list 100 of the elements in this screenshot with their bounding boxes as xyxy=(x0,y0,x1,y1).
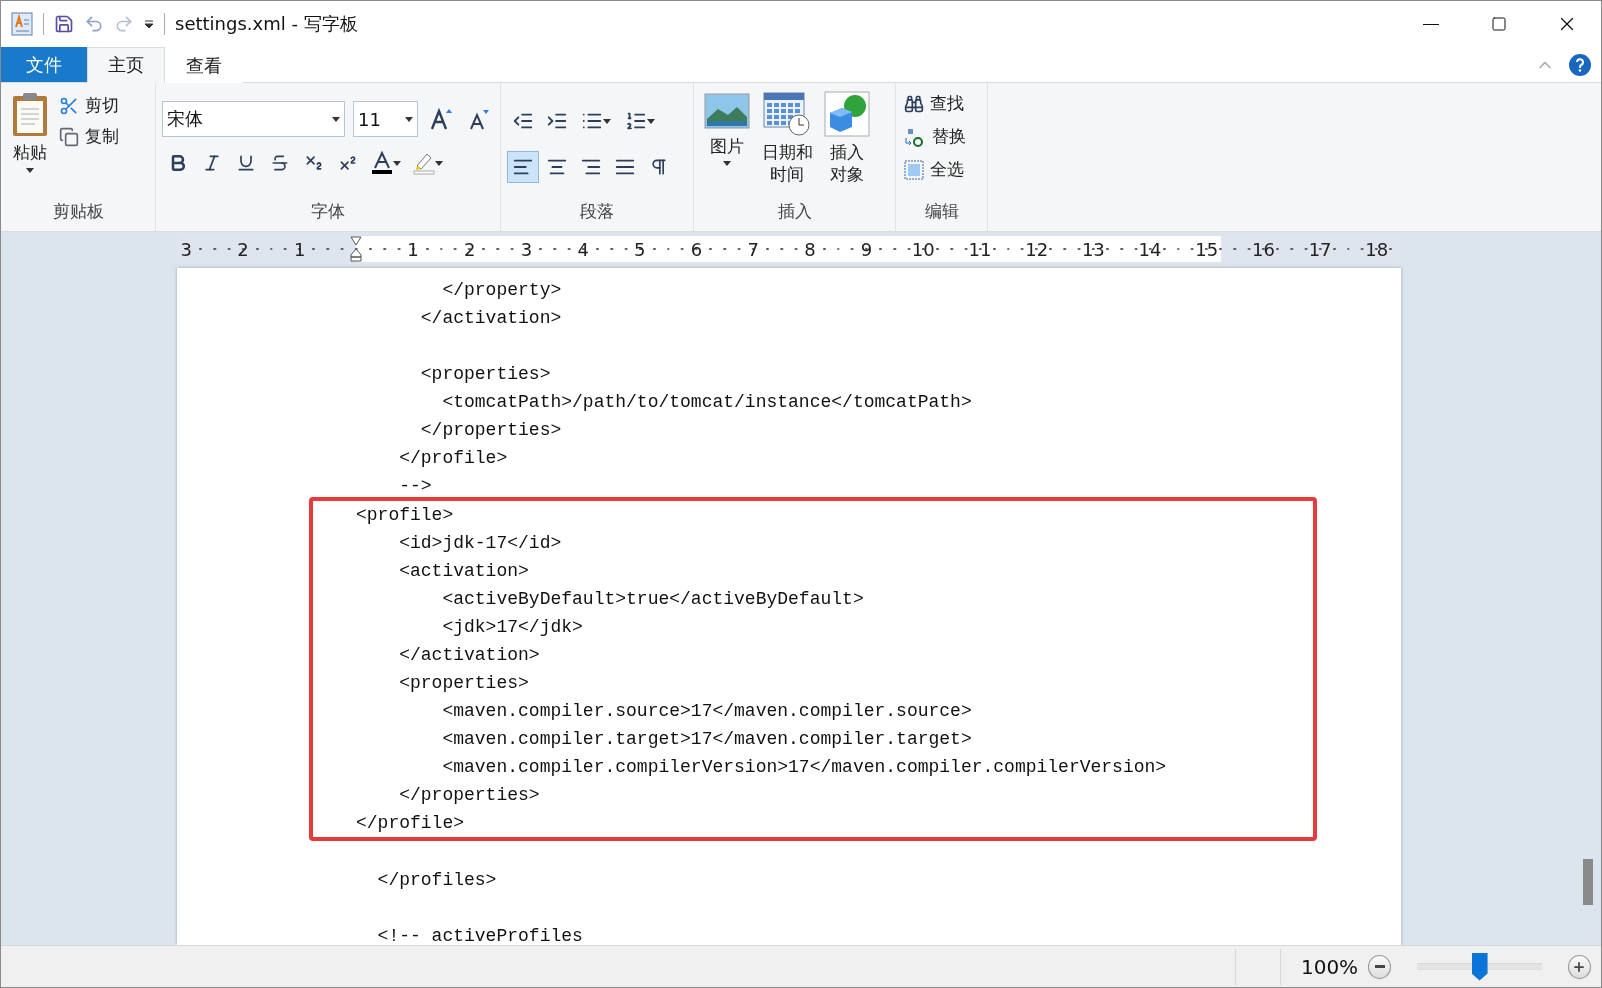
caret-icon xyxy=(404,116,413,122)
ruler-number: 6 xyxy=(689,238,704,260)
calendar-clock-icon xyxy=(763,91,812,137)
insert-button[interactable]: 日期和时间 xyxy=(756,89,819,200)
undo-icon xyxy=(84,14,104,34)
group-label: 段落 xyxy=(579,200,615,223)
minimize-icon xyxy=(1423,23,1439,25)
edit-command-button[interactable]: 替换 xyxy=(902,122,981,151)
code-line: </profile> xyxy=(398,447,508,470)
select-all-icon xyxy=(904,159,924,180)
code-line: <tomcatPath>/path/to/tomcat/instance</tomcatPath> xyxy=(441,391,972,414)
wordpad-app-icon xyxy=(11,12,33,36)
insert-button[interactable]: 插入对象 xyxy=(820,89,875,200)
code-line: </properties> xyxy=(419,419,562,442)
ruler-number: 1 xyxy=(293,238,307,260)
code-line: <activation> xyxy=(398,560,529,583)
caret-icon xyxy=(435,160,443,166)
line-spacing-icon xyxy=(625,110,647,132)
align-button[interactable] xyxy=(507,151,539,183)
save-button[interactable] xyxy=(54,14,74,34)
superscript-icon xyxy=(338,153,358,173)
landscape-picture-icon xyxy=(704,91,750,131)
code-line: <!-- activeProfiles xyxy=(376,925,583,945)
caret-icon xyxy=(603,118,611,124)
ruler-number: 3 xyxy=(179,238,194,260)
code-line: <activeByDefault>true</activeByDefault> xyxy=(441,588,864,611)
ruler-number: 11 xyxy=(967,238,993,260)
caret-icon xyxy=(393,160,401,166)
scrollbar-thumb[interactable] xyxy=(1583,859,1593,905)
ruler-number: 2 xyxy=(463,238,477,260)
ruler-number: 14 xyxy=(1137,238,1163,260)
ribbon-tab[interactable]: 主页 xyxy=(87,47,165,83)
code-line: </properties> xyxy=(398,784,540,807)
highlighter-icon xyxy=(413,151,435,175)
copy-button[interactable]: 复制 xyxy=(57,122,121,151)
group-label: 剪贴板 xyxy=(51,200,105,223)
code-line: <maven.compiler.compilerVersion>17</maven.compiler.compilerVersion> xyxy=(441,756,1167,779)
save-icon xyxy=(54,14,74,34)
caret-icon xyxy=(26,168,34,173)
code-line: --> xyxy=(398,475,432,498)
maximize-icon xyxy=(1491,16,1507,32)
ruler-number: 5 xyxy=(633,238,647,260)
ruler-number: 17 xyxy=(1307,238,1333,260)
zoom-level: 100% xyxy=(1300,954,1359,979)
ruler-number: 18 xyxy=(1364,238,1390,260)
ruler-number: 12 xyxy=(1024,238,1050,260)
ruler-number: 1 xyxy=(406,238,420,260)
paste-button[interactable]: 粘贴 xyxy=(7,89,53,200)
font-color-icon xyxy=(371,151,393,175)
ruler-number: 7 xyxy=(746,238,760,260)
edit-command-button[interactable]: 查找 xyxy=(902,89,981,118)
code-line: <properties> xyxy=(398,672,529,695)
zoom-in-button[interactable] xyxy=(1567,954,1591,979)
insert-button[interactable]: 图片 xyxy=(700,89,754,200)
plus-icon xyxy=(1572,959,1587,974)
code-line: </activation> xyxy=(419,307,562,330)
clipboard-icon xyxy=(11,91,49,137)
code-line: </activation> xyxy=(398,644,540,667)
pilcrow-icon xyxy=(649,157,669,177)
caret-icon xyxy=(332,116,341,122)
ruler-number: 2 xyxy=(236,238,250,260)
code-line: <properties> xyxy=(419,363,551,386)
group-label: 插入 xyxy=(776,200,813,223)
subscript-icon xyxy=(304,153,324,173)
edit-command-button[interactable]: 全选 xyxy=(902,155,981,184)
font-name-field[interactable]: 宋体 xyxy=(162,101,346,137)
undo-button[interactable] xyxy=(84,14,104,34)
ruler-number: 9 xyxy=(859,238,874,260)
code-line: </profile> xyxy=(356,812,465,835)
code-line: <maven.compiler.source>17</maven.compiler.source> xyxy=(441,700,972,723)
shrink-font-icon xyxy=(467,108,490,130)
code-line: <maven.compiler.target>17</maven.compiler.target> xyxy=(441,728,972,751)
dropdown-icon xyxy=(144,19,154,29)
code-line: <profile> xyxy=(356,504,454,527)
caret-icon xyxy=(723,161,731,167)
scissors-icon xyxy=(59,95,79,116)
redo-icon xyxy=(114,14,134,34)
code-line: </profiles> xyxy=(376,869,497,892)
grow-font-icon xyxy=(428,107,453,131)
zoom-out-button[interactable] xyxy=(1368,954,1392,979)
group-label: 字体 xyxy=(310,200,346,223)
underline-icon xyxy=(236,153,256,173)
slider-thumb[interactable] xyxy=(1471,952,1488,981)
strikethrough-icon xyxy=(270,153,290,173)
group-label: 编辑 xyxy=(923,200,960,223)
document-page[interactable] xyxy=(177,268,1401,945)
customize-toolbar-button[interactable] xyxy=(144,19,154,29)
code-line: </property> xyxy=(441,279,562,302)
ruler-number: 4 xyxy=(576,238,590,260)
ruler-number: 3 xyxy=(519,238,534,260)
italic-icon xyxy=(202,153,222,173)
code-line: <jdk>17</jdk> xyxy=(441,616,583,639)
window-title: settings.xml - 写字板 xyxy=(175,12,358,36)
font-size-field[interactable]: 11 xyxy=(353,101,418,137)
indent-marker-icon[interactable] xyxy=(350,236,363,262)
cut-button[interactable]: 剪切 xyxy=(57,91,121,120)
copy-icon xyxy=(59,126,79,147)
file-tab[interactable]: 文件 xyxy=(1,47,87,82)
ruler-number: 13 xyxy=(1080,238,1106,260)
help-icon[interactable] xyxy=(1569,53,1591,76)
